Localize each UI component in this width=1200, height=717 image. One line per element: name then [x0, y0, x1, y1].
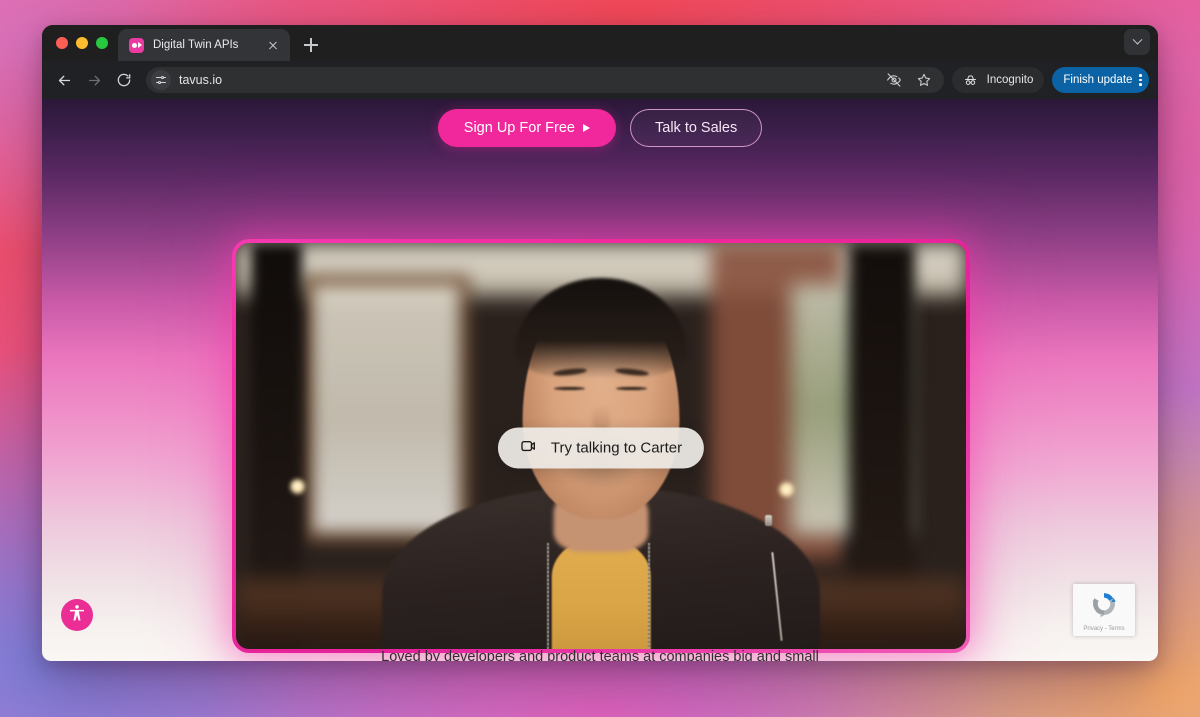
- omnibox[interactable]: tavus.io: [146, 67, 944, 93]
- kebab-menu-icon[interactable]: [1139, 73, 1142, 87]
- jacket-zipper: [647, 543, 651, 649]
- cta-row: Sign Up For Free Talk to Sales: [42, 109, 1158, 147]
- browser-window: Digital Twin APIs tavus.io Incognito Fin…: [42, 25, 1158, 661]
- finish-update-button[interactable]: Finish update: [1052, 67, 1149, 93]
- accessibility-person-icon: [67, 603, 87, 628]
- recaptcha-logo-icon: [1089, 589, 1119, 624]
- forward-arrow-icon[interactable]: [80, 66, 108, 94]
- tab-search-button[interactable]: [1124, 29, 1150, 55]
- close-window-button[interactable]: [56, 37, 68, 49]
- sign-up-free-label: Sign Up For Free: [463, 120, 575, 136]
- new-tab-button[interactable]: [297, 31, 325, 59]
- incognito-label: Incognito: [986, 74, 1034, 86]
- video-camera-icon: [520, 437, 539, 460]
- sign-up-free-button[interactable]: Sign Up For Free: [437, 109, 616, 147]
- close-icon[interactable]: [265, 37, 281, 53]
- page-viewport: Sign Up For Free Talk to Sales Try talki…: [42, 99, 1158, 661]
- recaptcha-terms-label[interactable]: Privacy - Terms: [1083, 626, 1124, 632]
- minimize-window-button[interactable]: [76, 37, 88, 49]
- jacket-zipper: [546, 543, 550, 649]
- browser-tab[interactable]: Digital Twin APIs: [118, 29, 290, 61]
- url-text: tavus.io: [179, 73, 223, 87]
- tab-strip: Digital Twin APIs: [42, 25, 1158, 61]
- hero-video[interactable]: Try talking to Carter: [236, 243, 966, 649]
- zipper-pull: [765, 515, 773, 527]
- tune-sliders-icon[interactable]: [151, 70, 171, 90]
- maximize-window-button[interactable]: [96, 37, 108, 49]
- hero-video-card[interactable]: Try talking to Carter: [232, 239, 970, 653]
- browser-toolbar: tavus.io Incognito Finish update: [42, 61, 1158, 99]
- person-shirt: [551, 539, 651, 649]
- social-proof-heading: Loved by developers and product teams at…: [381, 649, 819, 661]
- back-arrow-icon[interactable]: [50, 66, 78, 94]
- eye-slash-icon[interactable]: [884, 70, 904, 90]
- omnibox-actions: [884, 70, 936, 90]
- finish-update-label: Finish update: [1063, 74, 1133, 86]
- person-hair: [515, 277, 687, 379]
- accessibility-widget-button[interactable]: [61, 599, 93, 631]
- star-icon[interactable]: [914, 70, 934, 90]
- tavus-logo-icon: [129, 37, 144, 53]
- play-triangle-icon: [583, 124, 590, 132]
- talk-to-sales-button[interactable]: Talk to Sales: [630, 109, 763, 147]
- talk-to-sales-label: Talk to Sales: [655, 120, 738, 136]
- window-controls: [52, 25, 118, 61]
- incognito-hat-icon: [961, 70, 981, 90]
- tab-title: Digital Twin APIs: [153, 39, 239, 51]
- desktop-background: Digital Twin APIs tavus.io Incognito Fin…: [0, 0, 1200, 717]
- try-talking-label: Try talking to Carter: [550, 439, 683, 457]
- try-talking-button[interactable]: Try talking to Carter: [497, 427, 705, 469]
- incognito-indicator[interactable]: Incognito: [951, 67, 1045, 93]
- chevron-down-icon: [1132, 34, 1142, 45]
- reload-icon[interactable]: [110, 66, 138, 94]
- recaptcha-badge[interactable]: Privacy - Terms: [1073, 584, 1135, 636]
